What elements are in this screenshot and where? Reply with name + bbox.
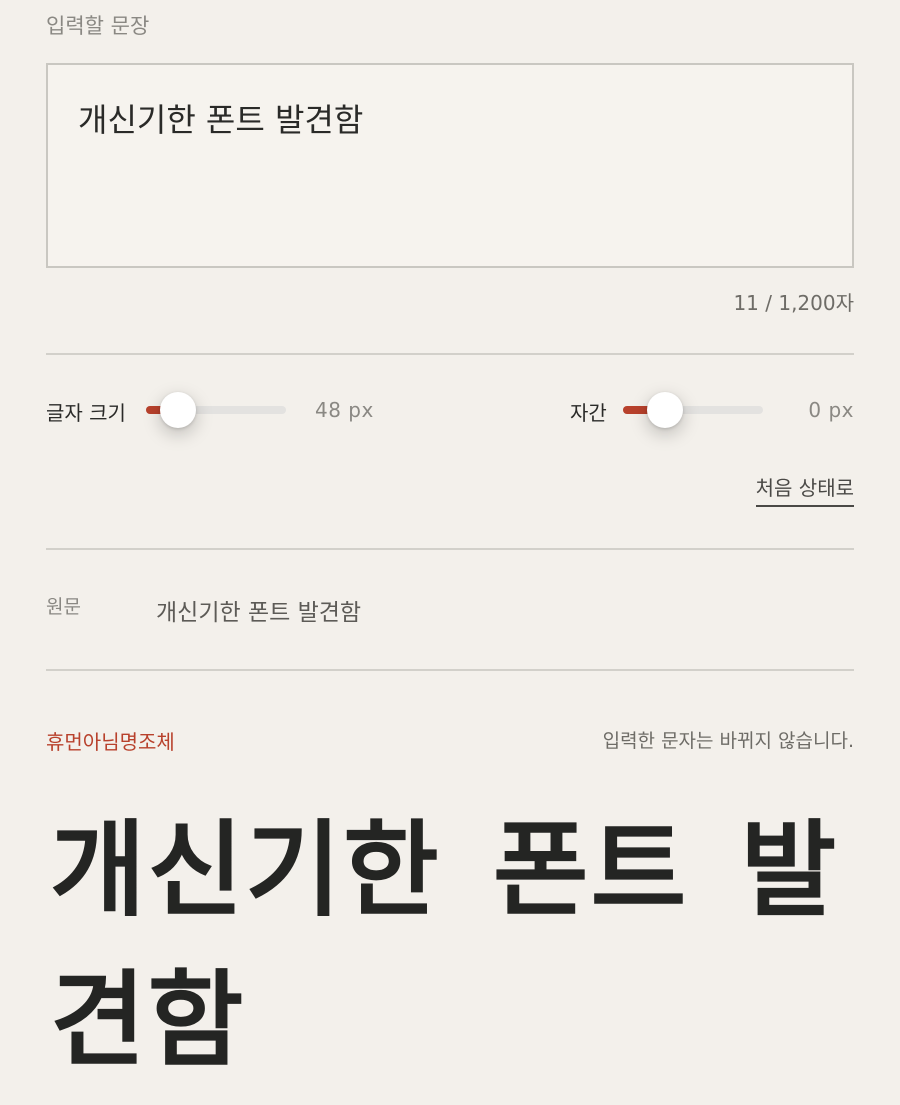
letter-spacing-label: 자간 xyxy=(570,401,607,425)
font-preview-page: 입력할 문장 개신기한 폰트 발견함 11 / 1,200자 글자 크기 48 … xyxy=(0,0,900,1105)
reset-button[interactable]: 처음 상태로 xyxy=(755,472,854,507)
char-counter: 11 / 1,200자 xyxy=(733,291,854,315)
divider xyxy=(46,669,854,671)
sentence-input-value[interactable]: 개신기한 폰트 발견함 xyxy=(78,95,363,141)
font-preview-text: 개신기한 폰트 발견함 xyxy=(50,809,839,1081)
divider xyxy=(46,548,854,550)
slider-thumb[interactable] xyxy=(160,392,197,428)
font-name[interactable]: 휴먼아님명조체 xyxy=(46,726,175,755)
font-size-slider[interactable] xyxy=(146,392,286,428)
slider-thumb[interactable] xyxy=(647,392,683,428)
divider xyxy=(46,353,854,355)
preview-note: 입력한 문자는 바뀌지 않습니다. xyxy=(602,730,854,752)
font-size-value: 48 px xyxy=(315,398,374,422)
letter-spacing-slider[interactable] xyxy=(623,392,763,428)
original-text: 개신기한 폰트 발견함 xyxy=(156,600,362,626)
letter-spacing-value: 0 px xyxy=(808,398,854,422)
sentence-input[interactable]: 개신기한 폰트 발견함 xyxy=(46,63,854,268)
original-label: 원문 xyxy=(46,596,81,618)
input-label: 입력할 문장 xyxy=(46,14,150,38)
font-size-label: 글자 크기 xyxy=(46,401,126,425)
